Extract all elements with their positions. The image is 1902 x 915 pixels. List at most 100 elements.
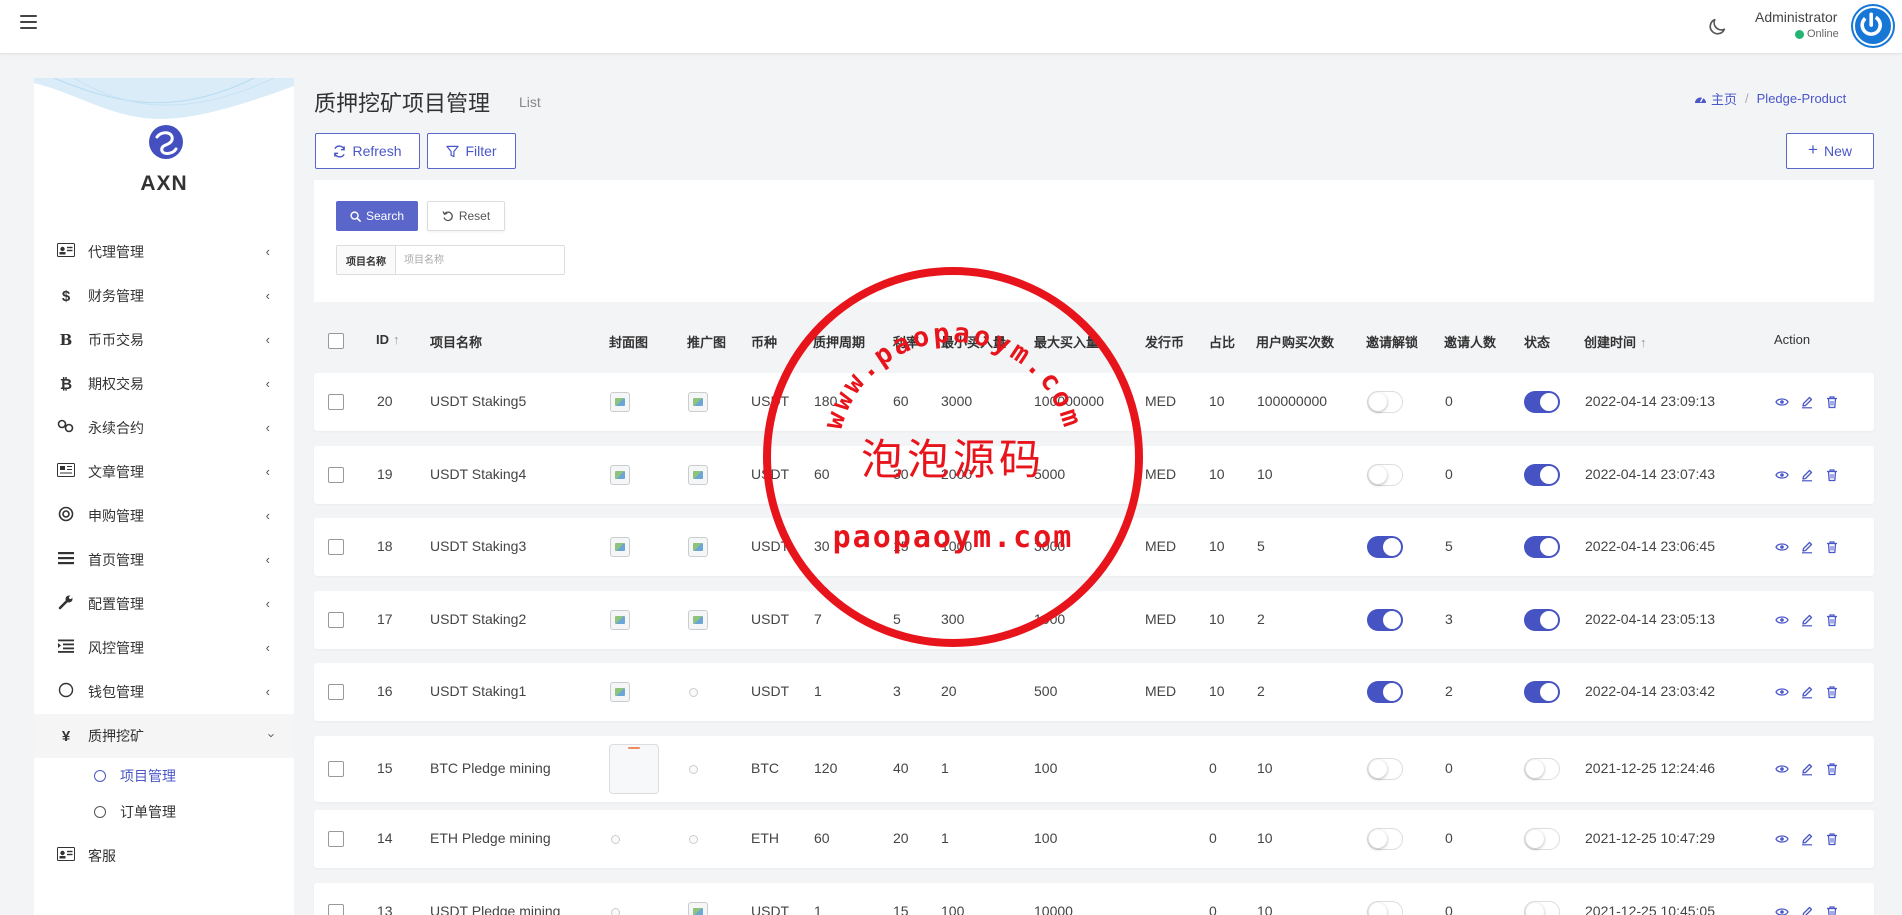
cover-image-thumbnail[interactable] bbox=[610, 610, 630, 630]
row-checkbox[interactable] bbox=[328, 904, 344, 915]
delete-trash-icon[interactable] bbox=[1825, 905, 1839, 915]
plus-icon: + bbox=[1808, 140, 1818, 159]
project-name-input[interactable] bbox=[396, 246, 564, 274]
status-toggle[interactable] bbox=[1524, 828, 1560, 850]
delete-trash-icon[interactable] bbox=[1825, 395, 1839, 409]
promo-image-thumbnail[interactable] bbox=[688, 392, 708, 412]
sidebar-menu: 代理管理 ‹ $ 财务管理 ‹ B 币币交易 ‹ ₿ 期权交易 ‹ 永续合约 ‹… bbox=[34, 230, 294, 878]
delete-trash-icon[interactable] bbox=[1825, 540, 1839, 554]
view-eye-icon[interactable] bbox=[1775, 613, 1789, 627]
edit-pencil-icon[interactable] bbox=[1800, 468, 1814, 482]
sidebar-subitem-project[interactable]: 项目管理 bbox=[34, 758, 294, 794]
row-checkbox[interactable] bbox=[328, 684, 344, 700]
edit-pencil-icon[interactable] bbox=[1800, 540, 1814, 554]
filter-button[interactable]: Filter bbox=[427, 133, 516, 169]
cover-image-thumbnail[interactable] bbox=[610, 682, 630, 702]
reset-button[interactable]: Reset bbox=[427, 201, 505, 231]
user-name[interactable]: Administrator bbox=[1755, 9, 1837, 25]
cell-currency: USDT bbox=[751, 393, 790, 409]
sidebar-item-options[interactable]: ₿ 期权交易 ‹ bbox=[34, 362, 294, 406]
sidebar-item-perpetual[interactable]: 永续合约 ‹ bbox=[34, 406, 294, 450]
row-checkbox[interactable] bbox=[328, 539, 344, 555]
cell-period: 30 bbox=[814, 538, 830, 554]
promo-image-thumbnail[interactable] bbox=[688, 902, 708, 915]
cell-rate: 30 bbox=[893, 466, 909, 482]
delete-trash-icon[interactable] bbox=[1825, 832, 1839, 846]
cell-name: USDT Staking2 bbox=[430, 611, 527, 627]
invite-unlock-toggle[interactable] bbox=[1367, 758, 1403, 780]
promo-image-thumbnail[interactable] bbox=[688, 610, 708, 630]
sidebar-item-spot-trading[interactable]: B 币币交易 ‹ bbox=[34, 318, 294, 362]
delete-trash-icon[interactable] bbox=[1825, 468, 1839, 482]
breadcrumb-home-label: 主页 bbox=[1711, 92, 1738, 107]
sidebar-item-config[interactable]: 配置管理 ‹ bbox=[34, 582, 294, 626]
invite-unlock-toggle[interactable] bbox=[1367, 681, 1403, 703]
cover-image-thumbnail[interactable] bbox=[610, 392, 630, 412]
status-toggle[interactable] bbox=[1524, 391, 1560, 413]
sidebar-item-articles[interactable]: 文章管理 ‹ bbox=[34, 450, 294, 494]
status-toggle[interactable] bbox=[1524, 536, 1560, 558]
delete-trash-icon[interactable] bbox=[1825, 613, 1839, 627]
sidebar-item-homepage[interactable]: 首页管理 ‹ bbox=[34, 538, 294, 582]
status-toggle[interactable] bbox=[1524, 681, 1560, 703]
th-created[interactable]: 创建时间 ↑ bbox=[1584, 332, 1647, 351]
delete-trash-icon[interactable] bbox=[1825, 685, 1839, 699]
view-eye-icon[interactable] bbox=[1775, 762, 1789, 776]
cover-image-thumbnail[interactable] bbox=[610, 537, 630, 557]
view-eye-icon[interactable] bbox=[1775, 468, 1789, 482]
sidebar-item-wallet[interactable]: 钱包管理 ‹ bbox=[34, 670, 294, 714]
row-checkbox[interactable] bbox=[328, 612, 344, 628]
row-checkbox[interactable] bbox=[328, 394, 344, 410]
row-checkbox[interactable] bbox=[328, 831, 344, 847]
breadcrumb-home[interactable]: 主页 bbox=[1694, 89, 1737, 108]
status-toggle[interactable] bbox=[1524, 609, 1560, 631]
cover-image-thumbnail[interactable] bbox=[610, 465, 630, 485]
view-eye-icon[interactable] bbox=[1775, 832, 1789, 846]
row-checkbox[interactable] bbox=[328, 467, 344, 483]
delete-trash-icon[interactable] bbox=[1825, 762, 1839, 776]
edit-pencil-icon[interactable] bbox=[1800, 832, 1814, 846]
invite-unlock-toggle[interactable] bbox=[1367, 828, 1403, 850]
sidebar-item-risk[interactable]: 风控管理 ‹ bbox=[34, 626, 294, 670]
row-checkbox[interactable] bbox=[328, 761, 344, 777]
sidebar-item-subscription[interactable]: 申购管理 ‹ bbox=[34, 494, 294, 538]
cell-rate: 60 bbox=[893, 393, 909, 409]
search-button[interactable]: Search bbox=[336, 201, 418, 231]
cover-image-thumbnail[interactable] bbox=[609, 744, 659, 794]
sidebar-item-pledge-mining[interactable]: ¥ 质押挖矿 ‹ bbox=[34, 714, 294, 758]
edit-pencil-icon[interactable] bbox=[1800, 762, 1814, 776]
sidebar-item-agent[interactable]: 代理管理 ‹ bbox=[34, 230, 294, 274]
edit-pencil-icon[interactable] bbox=[1800, 613, 1814, 627]
invite-unlock-toggle[interactable] bbox=[1367, 464, 1403, 486]
view-eye-icon[interactable] bbox=[1775, 395, 1789, 409]
view-eye-icon[interactable] bbox=[1775, 685, 1789, 699]
status-toggle[interactable] bbox=[1524, 758, 1560, 780]
edit-pencil-icon[interactable] bbox=[1800, 395, 1814, 409]
hamburger-menu-icon[interactable] bbox=[20, 15, 37, 29]
view-eye-icon[interactable] bbox=[1775, 905, 1789, 915]
avatar[interactable] bbox=[1853, 6, 1893, 46]
dark-mode-moon-icon[interactable] bbox=[1706, 16, 1728, 38]
new-button[interactable]: + New bbox=[1786, 133, 1874, 169]
th-id[interactable]: ID ↑ bbox=[376, 332, 400, 347]
status-toggle[interactable] bbox=[1524, 464, 1560, 486]
invite-unlock-toggle[interactable] bbox=[1367, 901, 1403, 915]
breadcrumb-current: Pledge-Product bbox=[1756, 91, 1847, 106]
cell-rate: 15 bbox=[893, 538, 909, 554]
refresh-button[interactable]: Refresh bbox=[315, 133, 420, 169]
th-rate: 利率 bbox=[893, 335, 920, 350]
table-row: 16 USDT Staking1 USDT 1 3 20 500 MED 10 2 2 2022-04… bbox=[314, 663, 1874, 721]
sidebar-item-support[interactable]: 客服 bbox=[34, 834, 294, 878]
view-eye-icon[interactable] bbox=[1775, 540, 1789, 554]
promo-image-thumbnail[interactable] bbox=[688, 537, 708, 557]
edit-pencil-icon[interactable] bbox=[1800, 905, 1814, 915]
invite-unlock-toggle[interactable] bbox=[1367, 609, 1403, 631]
edit-pencil-icon[interactable] bbox=[1800, 685, 1814, 699]
promo-image-thumbnail[interactable] bbox=[688, 465, 708, 485]
sidebar-item-finance[interactable]: $ 财务管理 ‹ bbox=[34, 274, 294, 318]
invite-unlock-toggle[interactable] bbox=[1367, 536, 1403, 558]
select-all-checkbox[interactable] bbox=[328, 333, 344, 349]
invite-unlock-toggle[interactable] bbox=[1367, 391, 1403, 413]
status-toggle[interactable] bbox=[1524, 901, 1560, 915]
sidebar-subitem-orders[interactable]: 订单管理 bbox=[34, 794, 294, 830]
